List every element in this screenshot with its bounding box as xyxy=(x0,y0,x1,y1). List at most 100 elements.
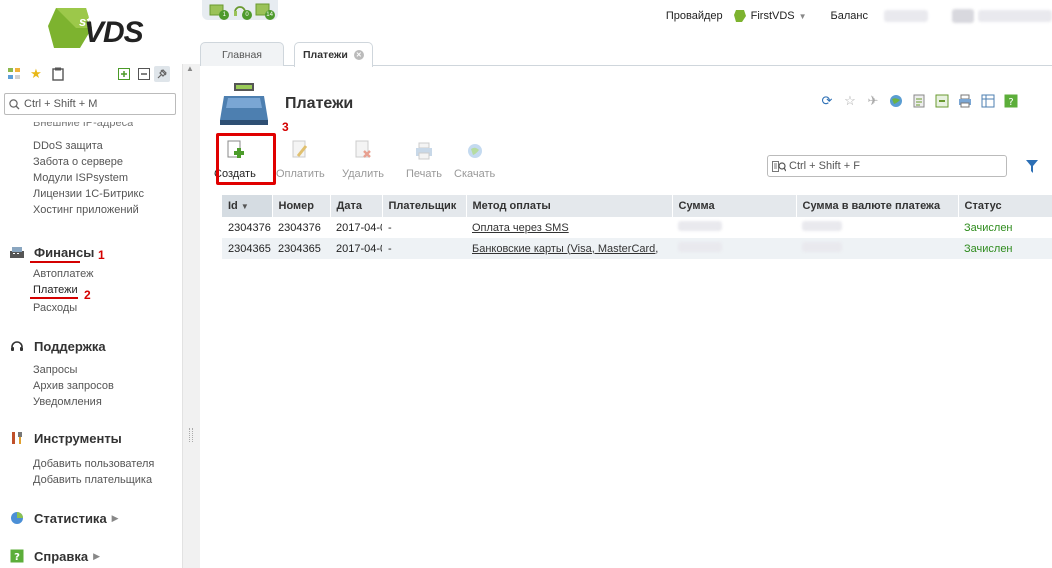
notification-tasks[interactable]: 1 xyxy=(209,3,230,20)
delete-button[interactable]: Удалить xyxy=(342,140,384,180)
sidebar-item-requests[interactable]: Запросы xyxy=(33,364,77,376)
column-header-payer[interactable]: Плательщик xyxy=(382,195,467,217)
sidebar-resize-handle[interactable] xyxy=(189,428,193,442)
sidebar-item-expenses[interactable]: Расходы xyxy=(33,302,77,314)
favorite-star-icon[interactable]: ☆ xyxy=(841,93,859,109)
sidebar-section-finance[interactable]: Финансы xyxy=(8,244,94,260)
column-header-date[interactable]: Дата xyxy=(330,195,383,217)
close-tab-icon[interactable]: ✕ xyxy=(353,50,364,60)
tab-home[interactable]: Главная xyxy=(200,42,284,66)
method-link[interactable]: Оплата через SMS xyxy=(472,222,569,234)
pin-icon[interactable]: ✈ xyxy=(864,93,882,109)
settings-table-icon[interactable] xyxy=(979,93,997,109)
sidebar-section-help[interactable]: ? Справка ▶ xyxy=(8,548,100,564)
pie-chart-icon xyxy=(8,510,26,526)
help-icon[interactable]: ? xyxy=(1002,93,1020,109)
sidebar-scrollbar[interactable] xyxy=(182,64,200,568)
provider-select[interactable]: FirstVDS ▼ xyxy=(733,9,807,23)
tree-view-icon[interactable] xyxy=(6,66,22,82)
sidebar-section-tools[interactable]: Инструменты xyxy=(8,430,122,446)
chevron-right-icon: ▶ xyxy=(93,550,101,561)
notifications-bar: 1 0 14 xyxy=(202,0,278,20)
sidebar-item-add-user[interactable]: Добавить пользователя xyxy=(33,458,154,470)
column-header-method[interactable]: Метод оплаты xyxy=(466,195,673,217)
logo[interactable]: st VDS xyxy=(46,4,146,54)
cell-id: 2304365 xyxy=(222,238,272,259)
column-header-amount[interactable]: Сумма xyxy=(672,195,797,217)
print-icon[interactable] xyxy=(956,93,974,109)
sidebar-item-payments[interactable]: Платежи xyxy=(33,284,78,296)
search-icon xyxy=(9,98,20,109)
sidebar-search-input[interactable]: Ctrl + Shift + M xyxy=(4,93,176,115)
clipboard-icon[interactable] xyxy=(50,66,66,82)
user-name-redacted[interactable] xyxy=(978,10,1052,22)
user-avatar[interactable] xyxy=(952,9,974,23)
finance-icon xyxy=(8,244,26,260)
sidebar-search-placeholder: Ctrl + Shift + M xyxy=(24,98,98,110)
tab-label: Платежи xyxy=(303,49,348,61)
sidebar-item-ddos[interactable]: DDoS защита xyxy=(33,140,103,152)
cell-date: 2017-04-0 xyxy=(336,221,382,234)
sidebar-toolbar: ★ xyxy=(4,64,180,86)
printer-icon xyxy=(412,140,436,162)
cell-method[interactable]: Банковские карты (Visa, MasterCard, xyxy=(466,238,672,259)
sidebar-item-add-payer[interactable]: Добавить плательщика xyxy=(33,474,152,486)
notification-badge: 1 xyxy=(219,10,230,20)
sidebar-item-requests-archive[interactable]: Архив запросов xyxy=(33,380,114,392)
sidebar-item-notifications[interactable]: Уведомления xyxy=(33,396,102,408)
sidebar-item-server-care[interactable]: Забота о сервере xyxy=(33,156,123,168)
document-icon[interactable] xyxy=(910,93,928,109)
pay-button[interactable]: Оплатить xyxy=(276,140,325,180)
expand-all-icon[interactable] xyxy=(116,66,132,82)
account-bar: Провайдер FirstVDS ▼ Баланс xyxy=(666,8,1052,24)
pin-icon[interactable] xyxy=(154,66,170,82)
column-header-id[interactable]: Id ▼ xyxy=(222,195,273,217)
method-link[interactable]: Банковские карты (Visa, MasterCard, xyxy=(472,243,658,255)
annotation-underline-payments xyxy=(30,297,78,299)
sidebar-item-ispsystem[interactable]: Модули ISPsystem xyxy=(33,172,128,184)
column-header-amount-currency[interactable]: Сумма в валюте платежа xyxy=(796,195,959,217)
globe-icon[interactable] xyxy=(887,93,905,109)
sidebar-section-statistics[interactable]: Статистика ▶ xyxy=(8,510,119,526)
download-label: Скачать xyxy=(454,168,496,180)
download-button[interactable]: Скачать xyxy=(454,140,495,180)
annotation-highlight-create xyxy=(216,133,276,185)
chevron-right-icon: ▶ xyxy=(111,512,119,523)
notification-support[interactable]: 0 xyxy=(232,3,252,20)
sidebar-item-cut[interactable]: Внешние IP-адреса xyxy=(33,122,133,128)
column-header-number[interactable]: Номер xyxy=(272,195,331,217)
filter-icon[interactable] xyxy=(1026,160,1038,174)
chevron-down-icon: ▼ xyxy=(798,11,807,21)
print-button[interactable]: Печать xyxy=(406,140,442,180)
cell-method[interactable]: Оплата через SMS xyxy=(466,217,672,238)
column-header-status[interactable]: Статус xyxy=(958,195,1052,217)
favorites-star-icon[interactable]: ★ xyxy=(28,66,44,82)
cell-amount-currency xyxy=(796,217,958,238)
logo-text: VDS xyxy=(84,16,144,49)
list-search-input[interactable]: Ctrl + Shift + F xyxy=(767,155,1007,177)
refresh-icon[interactable]: ⟳ xyxy=(818,93,836,109)
sidebar-section-label: Статистика xyxy=(34,510,107,526)
cell-payer: - xyxy=(382,238,466,259)
cell-number: 2304376 xyxy=(278,221,321,234)
cell-number: 2304365 xyxy=(272,238,330,259)
table-row[interactable]: 2304365 2304365 2017-04-0 - Банковские к… xyxy=(222,238,1052,259)
collapse-all-icon[interactable] xyxy=(136,66,152,82)
sidebar-item-autopay[interactable]: Автоплатеж xyxy=(33,268,94,280)
balance-value-redacted xyxy=(884,10,928,22)
sidebar-item-app-hosting[interactable]: Хостинг приложений xyxy=(33,204,139,216)
scroll-up-arrow-icon[interactable]: ▲ xyxy=(186,64,196,76)
notification-messages[interactable]: 14 xyxy=(255,3,275,20)
cell-status: Зачислен xyxy=(958,238,1052,259)
sidebar-section-support[interactable]: Поддержка xyxy=(8,338,106,354)
tab-payments[interactable]: Платежи ✕ xyxy=(294,42,373,67)
sidebar: st VDS ★ Ctrl + Shift + M Внешние IP-адр… xyxy=(0,0,200,568)
table-row[interactable]: 2304376 2304376 2017-04-0 - Оплата через… xyxy=(222,217,1052,238)
balance-label: Баланс xyxy=(830,10,868,22)
pay-label: Оплатить xyxy=(276,168,325,180)
sidebar-item-bitrix[interactable]: Лицензии 1С-Битрикс xyxy=(33,188,144,200)
page-title: Платежи xyxy=(285,95,354,112)
export-icon[interactable] xyxy=(933,93,951,109)
notification-badge: 0 xyxy=(241,10,252,20)
tab-bar: Главная Платежи ✕ xyxy=(200,40,1052,67)
